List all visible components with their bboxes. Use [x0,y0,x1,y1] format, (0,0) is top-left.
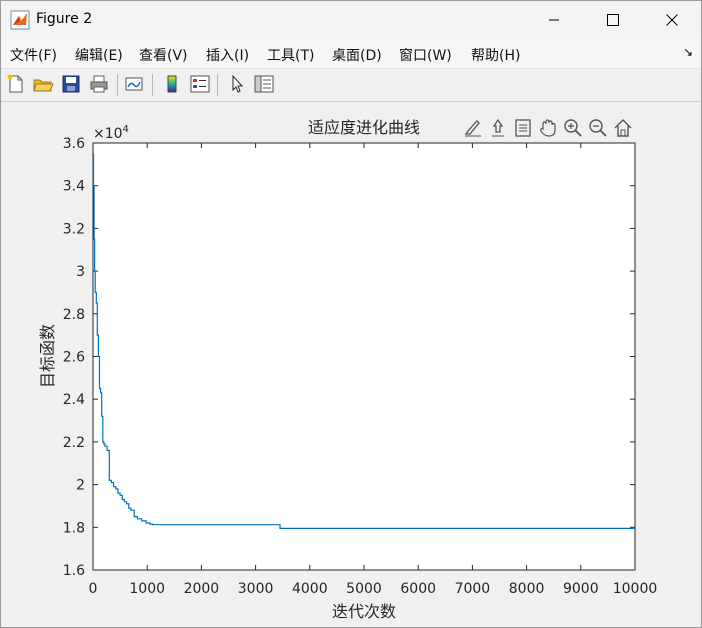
y-axis-label: 目标函数 [38,324,57,388]
x-tick-label: 10000 [613,581,658,597]
zoom-out-icon[interactable] [587,117,609,139]
zoom-in-icon[interactable] [562,117,584,139]
x-tick-label: 9000 [563,581,599,597]
brush-icon[interactable] [462,117,484,139]
chart: 0 1000 2000 3000 4000 5000 6000 7000 8000 9000 100… [38,118,658,621]
y-tick-label: 3.6 [63,136,85,152]
y-tick-label: 1.6 [63,563,85,579]
x-tick-label: 6000 [400,581,436,597]
pan-icon[interactable] [537,117,559,139]
chart-title: 适应度进化曲线 [308,118,420,137]
x-tick-label: 0 [89,581,98,597]
x-axis-label: 迭代次数 [332,602,396,621]
y-tick-labels: 1.6 1.8 2 2.2 2.4 2.6 2.8 3 3.2 3.4 3.6 [63,136,85,579]
y-tick-label: 1.8 [63,520,85,536]
y-tick-label: 2.4 [63,392,85,408]
x-tick-label: 4000 [292,581,328,597]
x-tick-labels: 0 1000 2000 3000 4000 5000 6000 7000 8000 9000 100… [89,581,658,597]
y-tick-label: 3.2 [63,221,85,237]
y-tick-label: 2.8 [63,307,85,323]
data-cursor-icon[interactable] [512,117,534,139]
y-exponent-base: ×10 [93,126,123,142]
y-tick-label: 3 [76,264,85,280]
y-tick-label: 3.4 [63,179,85,195]
x-tick-label: 5000 [346,581,382,597]
x-tick-label: 7000 [455,581,491,597]
x-tick-label: 3000 [238,581,274,597]
x-tick-label: 8000 [509,581,545,597]
axes-background[interactable] [92,142,636,571]
x-tick-label: 1000 [129,581,165,597]
y-tick-label: 2.6 [63,350,85,366]
data-tips-icon[interactable] [487,117,509,139]
x-tick-label: 2000 [184,581,220,597]
home-icon[interactable] [612,117,634,139]
y-tick-label: 2.2 [63,435,85,451]
y-exponent-power: 4 [123,124,129,135]
figure-window: Figure 2 文件(F) 编辑(E) 查看(V) 插入(I) 工具(T) 桌… [0,0,702,628]
y-exponent-label: ×104 [93,124,129,142]
y-tick-label: 2 [76,478,85,494]
